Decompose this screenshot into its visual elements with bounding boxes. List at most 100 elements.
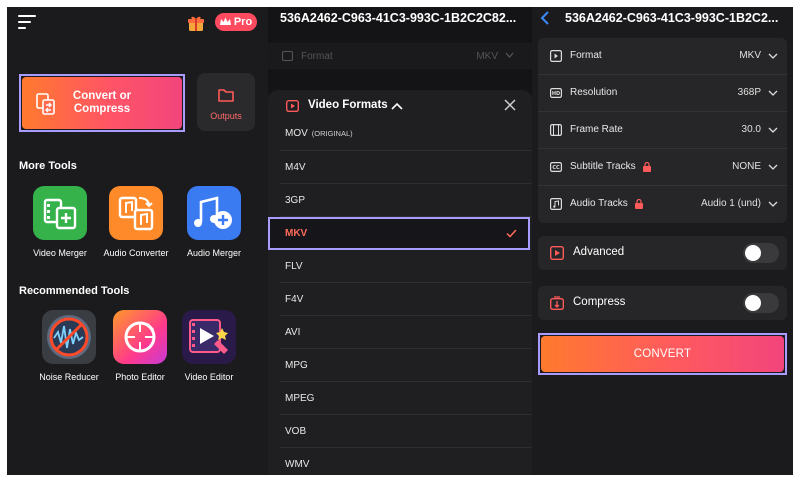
gift-icon[interactable] [187, 14, 205, 32]
setting-frame-rate[interactable]: Frame Rate 30.0 [538, 112, 787, 149]
format-option-3gp[interactable]: 3GP [268, 184, 532, 217]
advanced-row: Advanced [538, 236, 787, 270]
option-sublabel: (ORIGINAL) [311, 129, 353, 138]
format-option-f4v[interactable]: F4V [268, 283, 532, 316]
convert-compress-button[interactable]: Convert or Compress [22, 77, 182, 129]
tool-video-editor[interactable]: Video Editor [172, 310, 246, 382]
tool-label: Video Editor [184, 372, 234, 382]
setting-resolution[interactable]: HD Resolution 368P [538, 75, 787, 112]
format-option-mkv[interactable]: MKV [268, 217, 532, 250]
option-label: F4V [285, 294, 304, 305]
format-option-avi[interactable]: AVI [268, 316, 532, 349]
chevron-down-icon [768, 90, 778, 96]
selected-highlight [268, 217, 530, 250]
setting-label: Resolution [570, 87, 618, 98]
option-label: M4V [285, 162, 306, 173]
setting-label: Frame Rate [570, 124, 623, 135]
advanced-label: Advanced [573, 246, 625, 258]
setting-value: Audio 1 (und) [700, 198, 761, 209]
option-text: MOV [285, 128, 308, 139]
pro-badge[interactable]: Pro [215, 13, 257, 31]
check-icon [506, 229, 517, 238]
setting-format[interactable]: Format MKV [538, 38, 787, 75]
compress-toggle[interactable] [743, 293, 779, 313]
photo-editor-icon [113, 310, 167, 364]
pro-label: Pro [233, 16, 253, 28]
play-square-icon [282, 51, 293, 61]
toggle-knob [745, 295, 761, 311]
format-label: Format [301, 51, 333, 62]
toggle-knob [745, 245, 761, 261]
option-label: MPG [285, 360, 308, 371]
audio-converter-icon [109, 186, 163, 240]
setting-value: MKV [739, 50, 761, 61]
chevron-down-icon [768, 53, 778, 59]
format-option-mpg[interactable]: MPG [268, 349, 532, 382]
chevron-up-icon[interactable] [391, 102, 403, 110]
advanced-toggle[interactable] [743, 243, 779, 263]
sheet-title: Video Formats [308, 99, 388, 111]
convert-files-icon [36, 93, 55, 115]
back-arrow-icon[interactable] [540, 11, 550, 25]
option-label: MKV [285, 228, 308, 239]
lock-icon [634, 198, 643, 209]
audio-merger-icon [187, 186, 241, 240]
tool-video-merger[interactable]: Video Merger [23, 186, 97, 258]
setting-audio-tracks[interactable]: Audio Tracks Audio 1 (und) [538, 186, 787, 223]
tool-audio-merger[interactable]: Audio Merger [177, 186, 251, 258]
conversion-settings-panel: 536A2462-C963-41C3-993C-1B2C2... Format … [532, 7, 793, 475]
chevron-down-icon [768, 164, 778, 170]
option-label: FLV [285, 261, 303, 272]
folder-icon [218, 89, 234, 102]
svg-text:CC: CC [552, 165, 560, 171]
close-icon[interactable] [503, 98, 517, 112]
setting-label: Audio Tracks [570, 198, 644, 209]
format-option-mpeg[interactable]: MPEG [268, 382, 532, 415]
option-label: MOV (ORIGINAL) [285, 128, 353, 139]
svg-text:HD: HD [552, 91, 560, 97]
outputs-label: Outputs [210, 111, 242, 121]
chevron-down-icon [768, 201, 778, 207]
format-row-dimmed: Format MKV [268, 43, 532, 69]
option-label: VOB [285, 426, 307, 437]
format-picker-panel: 536A2462-C963-41C3-993C-1B2C2C82... Form… [268, 7, 532, 475]
menu-icon[interactable] [18, 15, 36, 29]
format-option-wmv[interactable]: WMV [268, 448, 532, 475]
format-option-flv[interactable]: FLV [268, 250, 532, 283]
format-option-vob[interactable]: VOB [268, 415, 532, 448]
convert-highlight: CONVERT [538, 333, 787, 375]
option-label: WMV [285, 459, 310, 470]
tool-label: Audio Merger [186, 248, 242, 258]
tool-label: Video Merger [33, 248, 87, 258]
advanced-video-icon [550, 246, 564, 260]
setting-value: 368P [737, 87, 761, 98]
convert-compress-label: Convert or Compress [72, 90, 132, 115]
home-panel: Pro Convert or Compress Outputs More Too… [7, 7, 268, 475]
more-tools-title: More Tools [19, 160, 77, 172]
option-label: AVI [285, 327, 301, 338]
tool-label: Noise Reducer [39, 372, 99, 382]
file-title: 536A2462-C963-41C3-993C-1B2C2... [565, 11, 779, 25]
chevron-down-icon [768, 127, 778, 133]
tool-noise-reducer[interactable]: Noise Reducer [32, 310, 106, 382]
lock-icon [642, 161, 651, 172]
setting-value: NONE [732, 161, 761, 172]
compress-row: Compress [538, 286, 787, 320]
format-value: MKV [476, 51, 498, 62]
recommended-tools-title: Recommended Tools [19, 285, 130, 297]
outputs-button[interactable]: Outputs [197, 73, 255, 131]
setting-subtitle-tracks[interactable]: CC Subtitle Tracks NONE [538, 149, 787, 186]
setting-label: Format [570, 50, 602, 61]
tool-photo-editor[interactable]: Photo Editor [103, 310, 177, 382]
setting-value: 30.0 [741, 124, 761, 135]
tool-audio-converter[interactable]: Audio Converter [99, 186, 173, 258]
format-option-mov[interactable]: MOV (ORIGINAL) [268, 118, 532, 151]
format-option-m4v[interactable]: M4V [268, 151, 532, 184]
setting-label-text: Audio Tracks [570, 198, 628, 209]
chevron-down-icon [505, 52, 514, 58]
convert-compress-highlight: Convert or Compress [19, 74, 185, 132]
tool-label: Audio Converter [103, 248, 169, 258]
video-editor-icon [182, 310, 236, 364]
convert-button[interactable]: CONVERT [541, 336, 784, 372]
app-screenshot: Pro Convert or Compress Outputs More Too… [7, 7, 793, 475]
